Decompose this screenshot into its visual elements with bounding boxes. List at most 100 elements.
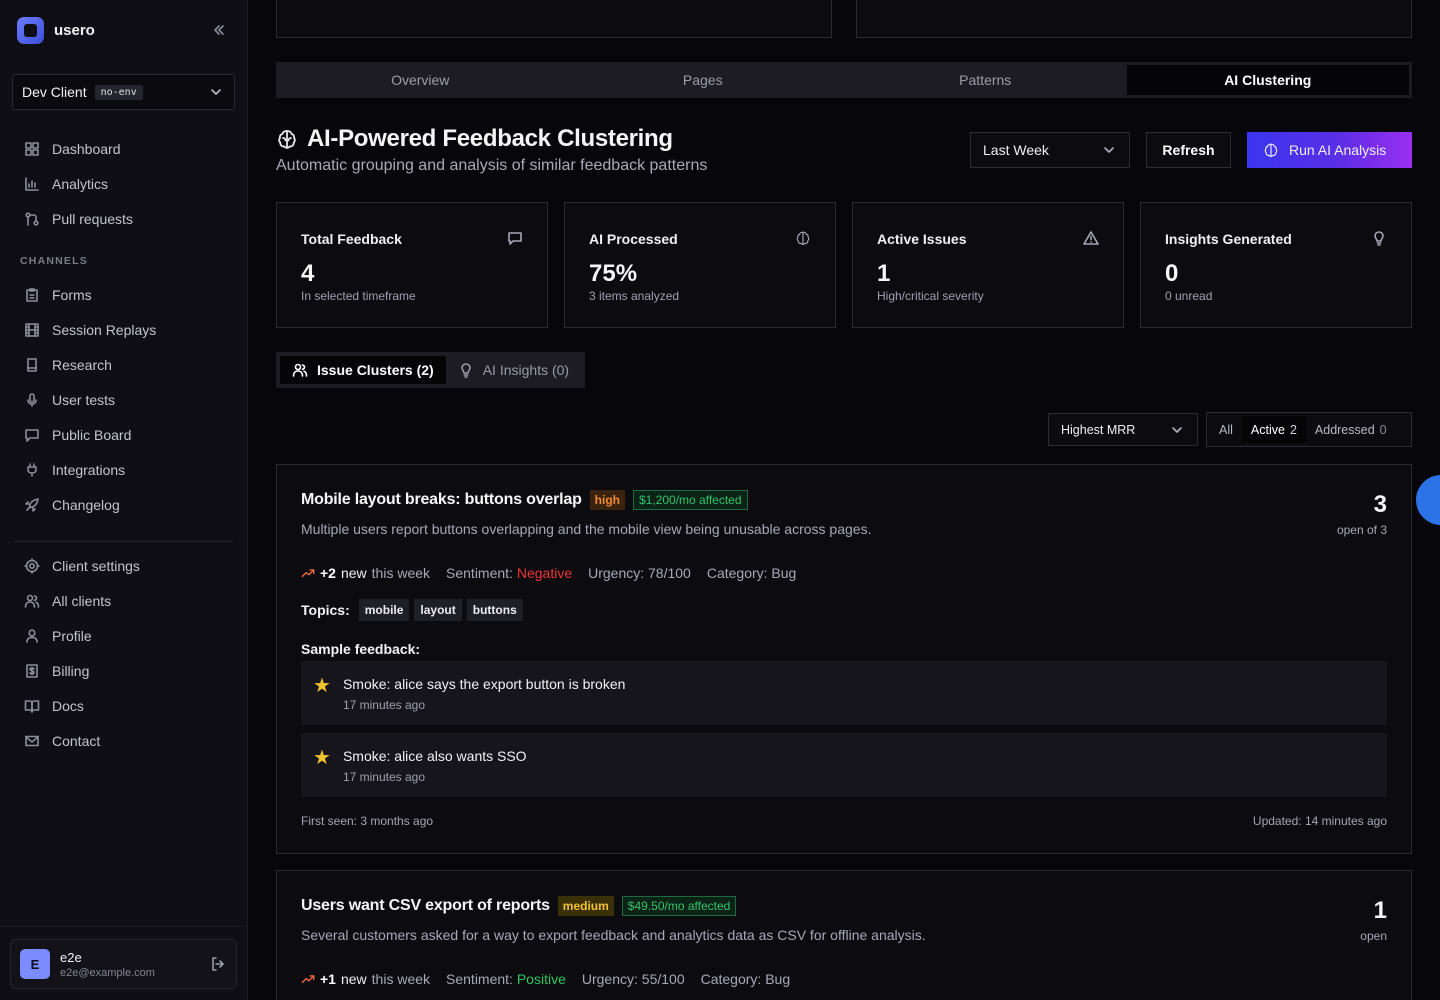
- cluster-description: Several customers asked for a way to exp…: [301, 927, 926, 943]
- nav-public-board[interactable]: Public Board: [16, 420, 232, 450]
- brand[interactable]: usero: [17, 16, 95, 44]
- nav-label: Forms: [52, 287, 92, 303]
- stat-label: Active Issues: [877, 231, 967, 247]
- users-icon: [24, 593, 40, 609]
- cluster-meta: +1 new this week Sentiment: Positive Urg…: [301, 971, 790, 987]
- nav-integrations[interactable]: Integrations: [16, 455, 232, 485]
- filter-label: Addressed: [1314, 422, 1375, 437]
- message-square-icon: [507, 230, 523, 246]
- sentiment: Sentiment: Positive: [446, 971, 566, 987]
- user-card[interactable]: E e2e e2e@example.com: [10, 939, 237, 989]
- nav-label: Session Replays: [52, 322, 157, 338]
- env-badge: no-env: [94, 84, 143, 100]
- topic-tag[interactable]: mobile: [358, 599, 410, 621]
- stat-sub: In selected timeframe: [301, 289, 416, 303]
- refresh-button[interactable]: Refresh: [1146, 132, 1231, 168]
- stat-sub: 3 items analyzed: [589, 289, 680, 303]
- timeframe-select[interactable]: Last Week: [970, 132, 1130, 168]
- sort-select[interactable]: Highest MRR: [1048, 413, 1198, 446]
- nav-label: User tests: [52, 392, 116, 408]
- sidebar: usero Dev Client no-env Dashboard Analyt…: [0, 0, 248, 1000]
- star-icon: ★: [313, 747, 331, 769]
- cluster-count-label: open: [1360, 929, 1387, 943]
- cluster-card[interactable]: Mobile layout breaks: buttons overlap hi…: [276, 464, 1412, 854]
- nav-label: Contact: [52, 733, 101, 749]
- sentiment-label: Sentiment:: [446, 971, 513, 987]
- nav-docs[interactable]: Docs: [16, 691, 232, 721]
- nav-client-settings[interactable]: Client settings: [16, 551, 232, 581]
- topic-tag[interactable]: layout: [414, 599, 462, 621]
- topics: Topics: mobile layout buttons: [301, 599, 523, 621]
- cluster-count: 1 open: [1360, 897, 1387, 943]
- chat-launcher-button[interactable]: [1416, 475, 1440, 525]
- trend-new: new: [340, 971, 367, 987]
- film-icon: [24, 322, 40, 338]
- cluster-count-label: open of 3: [1336, 523, 1387, 537]
- book-open-icon: [24, 698, 40, 714]
- lightbulb-icon: [458, 362, 474, 378]
- sample-feedback-item[interactable]: ★ Smoke: alice also wants SSO 17 minutes…: [301, 733, 1387, 797]
- users-icon: [292, 362, 308, 378]
- stat-sub: High/critical severity: [877, 289, 984, 303]
- brain-icon: [1263, 142, 1279, 158]
- client-name: Dev Client: [22, 84, 87, 100]
- client-select[interactable]: Dev Client no-env: [12, 74, 235, 110]
- sentiment-value: Positive: [516, 971, 566, 987]
- sample-content: Smoke: alice also wants SSO 17 minutes a…: [343, 746, 527, 784]
- filter-active[interactable]: Active 2: [1241, 416, 1306, 443]
- clipboard-icon: [24, 287, 40, 303]
- logout-icon[interactable]: [210, 956, 226, 972]
- nav-forms[interactable]: Forms: [16, 280, 232, 310]
- trending-up-icon: [301, 566, 315, 580]
- tab-pages[interactable]: Pages: [562, 65, 845, 95]
- tab-issue-clusters[interactable]: Issue Clusters (2): [280, 356, 446, 384]
- tab-ai-clustering[interactable]: AI Clustering: [1126, 65, 1409, 95]
- tab-label: AI Insights (0): [482, 362, 570, 378]
- nav-contact[interactable]: Contact: [16, 726, 232, 756]
- chevron-down-icon: [1101, 142, 1117, 158]
- stat-value: 0: [1165, 260, 1179, 287]
- sample-content: Smoke: alice says the export button is b…: [343, 674, 625, 712]
- stat-label: Total Feedback: [301, 231, 402, 247]
- cluster-subtabs: Issue Clusters (2) AI Insights (0): [276, 352, 586, 388]
- nav-dashboard[interactable]: Dashboard: [16, 134, 232, 164]
- nav-user-tests[interactable]: User tests: [16, 385, 232, 415]
- sample-feedback-item[interactable]: ★ Smoke: alice says the export button is…: [301, 661, 1387, 725]
- page-heading: AI-Powered Feedback Clustering: [307, 125, 673, 152]
- app-name: usero: [54, 21, 95, 39]
- filter-all[interactable]: All: [1210, 416, 1242, 443]
- nav-pull-requests[interactable]: Pull requests: [16, 204, 232, 234]
- book-icon: [24, 357, 40, 373]
- tab-ai-insights[interactable]: AI Insights (0): [446, 356, 581, 384]
- filter-addressed[interactable]: Addressed 0: [1306, 416, 1396, 443]
- nav-divider: [14, 541, 233, 542]
- nav-label: Research: [52, 357, 112, 373]
- sentiment-value: Negative: [516, 565, 573, 581]
- nav-session-replays[interactable]: Session Replays: [16, 315, 232, 345]
- run-ai-analysis-label: Run AI Analysis: [1289, 142, 1387, 158]
- nav-billing[interactable]: Billing: [16, 656, 232, 686]
- nav-all-clients[interactable]: All clients: [16, 586, 232, 616]
- stat-card-insights-generated: Insights Generated 0 0 unread: [1140, 202, 1412, 328]
- timeframe-value: Last Week: [983, 142, 1049, 158]
- topic-tag[interactable]: buttons: [466, 599, 523, 621]
- cluster-count: 3 open of 3: [1337, 491, 1387, 537]
- nav-label: Public Board: [52, 427, 132, 443]
- sentiment-label: Sentiment:: [446, 565, 513, 581]
- run-ai-analysis-button[interactable]: Run AI Analysis: [1247, 132, 1412, 168]
- git-pull-request-icon: [24, 211, 40, 227]
- nav-profile[interactable]: Profile: [16, 621, 232, 651]
- tab-overview[interactable]: Overview: [279, 65, 562, 95]
- urgency: Urgency: 55/100: [581, 971, 685, 987]
- user-name: e2e: [60, 949, 82, 965]
- urgency: Urgency: 78/100: [588, 565, 691, 581]
- nav-analytics[interactable]: Analytics: [16, 169, 232, 199]
- nav-changelog[interactable]: Changelog: [16, 490, 232, 520]
- cluster-card[interactable]: Users want CSV export of reports medium …: [276, 870, 1412, 1000]
- overview-card: [856, 0, 1412, 38]
- tab-patterns[interactable]: Patterns: [844, 65, 1127, 95]
- collapse-sidebar-icon[interactable]: [211, 22, 227, 38]
- nav-research[interactable]: Research: [16, 350, 232, 380]
- mrr-badge: $1,200/mo affected: [632, 490, 748, 510]
- trend-period: this week: [371, 971, 431, 987]
